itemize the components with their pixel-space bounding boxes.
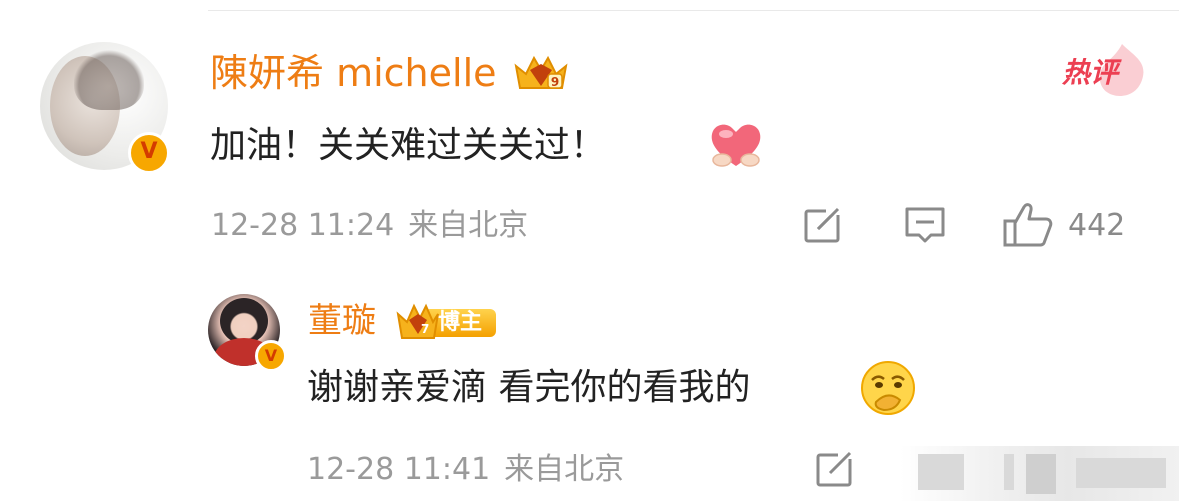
blurred-action-bar: [900, 446, 1179, 501]
comment-button[interactable]: [903, 205, 947, 245]
comment-author-name[interactable]: 陳妍希 michelle: [210, 49, 497, 97]
blurred-block: [1004, 454, 1014, 490]
comment-timestamp: 12-28 11:24: [211, 208, 395, 243]
reply-timestamp: 12-28 11:41: [307, 452, 491, 487]
like-count: 442: [1068, 208, 1126, 243]
reply-location: 来自北京: [504, 452, 625, 487]
crown-icon: 9: [512, 52, 570, 92]
avatar-hair: [74, 50, 144, 110]
like-button[interactable]: [1002, 201, 1054, 249]
reply-meta: 12-28 11:41 来自北京: [307, 451, 624, 489]
blogger-badge-label: 博主: [438, 310, 483, 335]
thumbs-up-icon: [1003, 203, 1053, 247]
top-divider: [208, 10, 1179, 11]
share-button[interactable]: [800, 205, 844, 245]
comment-text: 加油！关关难过关关过！: [210, 125, 607, 166]
reply-text: 谢谢亲爱滴 看完你的看我的: [307, 367, 751, 408]
reply-level-badge-text: 7: [421, 322, 429, 336]
crown-icon: 7: [396, 303, 439, 339]
heart-emoji-icon: [708, 120, 764, 170]
level-badge-text: 9: [551, 75, 559, 89]
blurred-block: [1076, 458, 1166, 488]
comment-location: 来自北京: [408, 208, 529, 243]
blurred-block: [918, 454, 964, 490]
comment-icon: [905, 207, 945, 243]
thinking-face-emoji-icon: [860, 360, 916, 416]
reply-author-name[interactable]: 董璇: [308, 299, 376, 343]
comment-meta: 12-28 11:24 来自北京: [211, 207, 528, 245]
blogger-badge: 博主 7: [396, 302, 496, 342]
hot-comment-tag: 热评: [1058, 44, 1144, 96]
blurred-block: [1026, 454, 1056, 494]
verified-badge: V: [128, 132, 170, 174]
hot-comment-label: 热评: [1062, 56, 1119, 89]
share-icon: [816, 449, 856, 487]
share-icon: [804, 205, 844, 243]
reply-verified-badge: V: [255, 340, 287, 372]
reply-share-button[interactable]: [812, 449, 856, 489]
